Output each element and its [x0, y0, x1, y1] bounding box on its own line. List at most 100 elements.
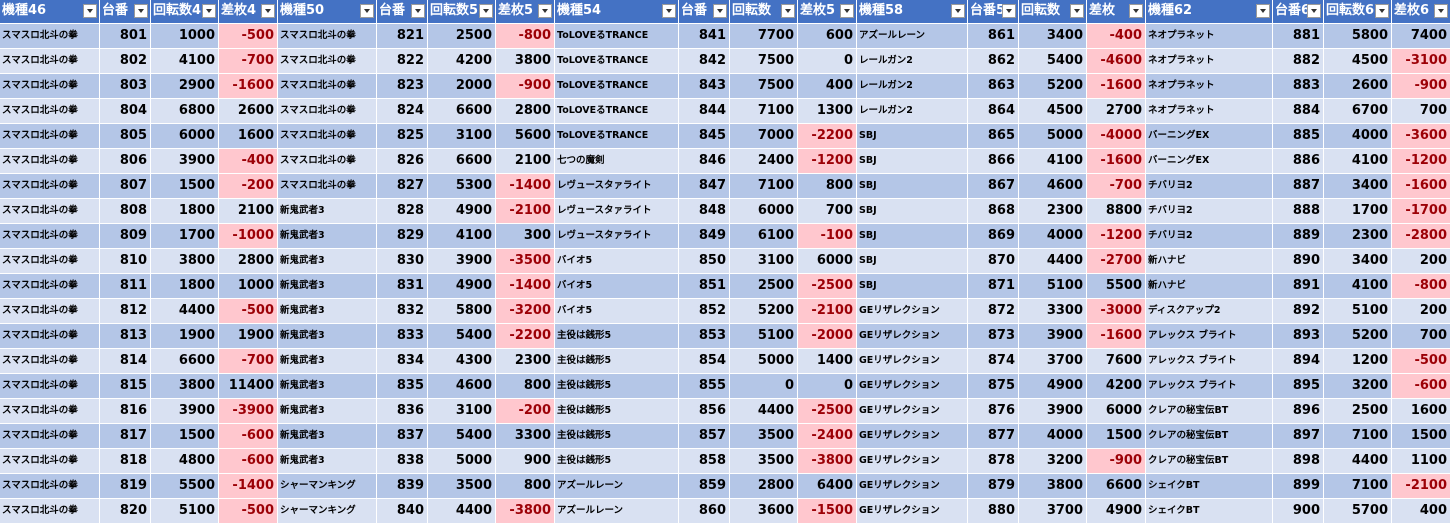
cell-spin-count[interactable]: 4100 — [428, 224, 496, 249]
cell-machine-name[interactable]: シャーマンキング — [278, 474, 377, 499]
cell-spin-count[interactable]: 1500 — [151, 174, 219, 199]
filter-dropdown-icon[interactable] — [1375, 4, 1389, 18]
cell-machine-name[interactable]: 主役は銭形5 — [555, 324, 679, 349]
cell-machine-name[interactable]: ネオプラネット — [1146, 49, 1273, 74]
cell-spin-count[interactable]: 4100 — [1324, 274, 1392, 299]
cell-machine-number[interactable]: 802 — [100, 49, 151, 74]
cell-spin-count[interactable]: 2300 — [1019, 199, 1087, 224]
cell-machine-name[interactable]: スマスロ北斗の拳 — [0, 324, 100, 349]
cell-machine-number[interactable]: 820 — [100, 499, 151, 524]
cell-machine-number[interactable]: 885 — [1273, 124, 1324, 149]
cell-machine-number[interactable]: 862 — [968, 49, 1019, 74]
cell-spin-count[interactable]: 5200 — [730, 299, 798, 324]
cell-machine-name[interactable]: 新鬼武者3 — [278, 349, 377, 374]
cell-machine-name[interactable]: レールガン2 — [857, 49, 968, 74]
cell-machine-number[interactable]: 890 — [1273, 249, 1324, 274]
cell-machine-number[interactable]: 805 — [100, 124, 151, 149]
cell-machine-number[interactable]: 859 — [679, 474, 730, 499]
cell-machine-number[interactable]: 879 — [968, 474, 1019, 499]
cell-coin-diff[interactable]: -900 — [496, 74, 555, 99]
cell-coin-diff[interactable]: 1300 — [798, 99, 857, 124]
cell-machine-number[interactable]: 884 — [1273, 99, 1324, 124]
filter-dropdown-icon[interactable] — [840, 4, 854, 18]
cell-coin-diff[interactable]: -1600 — [219, 74, 278, 99]
cell-machine-number[interactable]: 876 — [968, 399, 1019, 424]
cell-machine-name[interactable]: 新鬼武者3 — [278, 449, 377, 474]
cell-machine-name[interactable]: シェイクBT — [1146, 499, 1273, 524]
cell-machine-name[interactable]: バーニングEX — [1146, 124, 1273, 149]
cell-machine-number[interactable]: 821 — [377, 24, 428, 49]
cell-machine-number[interactable]: 852 — [679, 299, 730, 324]
cell-machine-number[interactable]: 826 — [377, 149, 428, 174]
cell-spin-count[interactable]: 2600 — [1324, 74, 1392, 99]
cell-coin-diff[interactable]: -800 — [496, 24, 555, 49]
cell-machine-number[interactable]: 833 — [377, 324, 428, 349]
cell-spin-count[interactable]: 3400 — [1324, 249, 1392, 274]
cell-spin-count[interactable]: 5700 — [1324, 499, 1392, 524]
cell-machine-name[interactable]: GEリザレクション — [857, 499, 968, 524]
cell-spin-count[interactable]: 1900 — [151, 324, 219, 349]
cell-coin-diff[interactable]: 1500 — [1087, 424, 1146, 449]
cell-spin-count[interactable]: 5100 — [1019, 274, 1087, 299]
cell-coin-diff[interactable]: 11400 — [219, 374, 278, 399]
filter-dropdown-icon[interactable] — [1307, 4, 1321, 18]
cell-spin-count[interactable]: 6000 — [151, 124, 219, 149]
cell-coin-diff[interactable]: 6000 — [798, 249, 857, 274]
cell-machine-name[interactable]: レヴュースタァライト — [555, 224, 679, 249]
cell-machine-number[interactable]: 842 — [679, 49, 730, 74]
cell-spin-count[interactable]: 4400 — [428, 499, 496, 524]
cell-coin-diff[interactable]: 800 — [798, 174, 857, 199]
cell-machine-number[interactable]: 823 — [377, 74, 428, 99]
cell-machine-number[interactable]: 878 — [968, 449, 1019, 474]
cell-machine-name[interactable]: ToLOVEるTRANCE — [555, 49, 679, 74]
cell-coin-diff[interactable]: 400 — [798, 74, 857, 99]
cell-coin-diff[interactable]: 2600 — [219, 99, 278, 124]
cell-spin-count[interactable]: 5500 — [151, 474, 219, 499]
cell-coin-diff[interactable]: -1600 — [1392, 174, 1451, 199]
cell-spin-count[interactable]: 5400 — [1019, 49, 1087, 74]
cell-machine-name[interactable]: シャーマンキング — [278, 499, 377, 524]
cell-coin-diff[interactable]: 2100 — [219, 199, 278, 224]
cell-coin-diff[interactable]: -2200 — [496, 324, 555, 349]
cell-machine-name[interactable]: 主役は銭形5 — [555, 349, 679, 374]
cell-spin-count[interactable]: 5100 — [151, 499, 219, 524]
cell-machine-number[interactable]: 857 — [679, 424, 730, 449]
cell-machine-name[interactable]: バイオ5 — [555, 249, 679, 274]
cell-machine-name[interactable]: スマスロ北斗の拳 — [278, 99, 377, 124]
cell-machine-name[interactable]: スマスロ北斗の拳 — [278, 74, 377, 99]
cell-spin-count[interactable]: 4900 — [428, 274, 496, 299]
cell-spin-count[interactable]: 4100 — [1019, 149, 1087, 174]
cell-machine-name[interactable]: アズールレーン — [857, 24, 968, 49]
cell-coin-diff[interactable]: -400 — [219, 149, 278, 174]
cell-machine-name[interactable]: ネオプラネット — [1146, 99, 1273, 124]
cell-spin-count[interactable]: 4900 — [428, 199, 496, 224]
cell-coin-diff[interactable]: -4000 — [1087, 124, 1146, 149]
cell-machine-number[interactable]: 851 — [679, 274, 730, 299]
cell-spin-count[interactable]: 1700 — [1324, 199, 1392, 224]
cell-coin-diff[interactable]: 5500 — [1087, 274, 1146, 299]
cell-coin-diff[interactable]: 4900 — [1087, 499, 1146, 524]
cell-coin-diff[interactable]: -3000 — [1087, 299, 1146, 324]
cell-machine-name[interactable]: スマスロ北斗の拳 — [278, 49, 377, 74]
cell-machine-name[interactable]: スマスロ北斗の拳 — [0, 174, 100, 199]
cell-coin-diff[interactable]: 1900 — [219, 324, 278, 349]
cell-machine-number[interactable]: 874 — [968, 349, 1019, 374]
cell-spin-count[interactable]: 3300 — [1019, 299, 1087, 324]
cell-coin-diff[interactable]: -2500 — [798, 399, 857, 424]
cell-spin-count[interactable]: 7500 — [730, 49, 798, 74]
cell-coin-diff[interactable]: -2000 — [798, 324, 857, 349]
cell-machine-name[interactable]: 新ハナビ — [1146, 274, 1273, 299]
cell-spin-count[interactable]: 3600 — [730, 499, 798, 524]
cell-machine-number[interactable]: 807 — [100, 174, 151, 199]
cell-coin-diff[interactable]: 7400 — [1392, 24, 1451, 49]
cell-machine-name[interactable]: レールガン2 — [857, 74, 968, 99]
cell-spin-count[interactable]: 7100 — [730, 99, 798, 124]
cell-spin-count[interactable]: 4300 — [428, 349, 496, 374]
cell-coin-diff[interactable]: -500 — [219, 499, 278, 524]
cell-spin-count[interactable]: 3200 — [1324, 374, 1392, 399]
filter-dropdown-icon[interactable] — [360, 4, 374, 18]
cell-coin-diff[interactable]: 1500 — [1392, 424, 1451, 449]
cell-machine-name[interactable]: チバリヨ2 — [1146, 174, 1273, 199]
cell-machine-number[interactable]: 873 — [968, 324, 1019, 349]
filter-dropdown-icon[interactable] — [1002, 4, 1016, 18]
